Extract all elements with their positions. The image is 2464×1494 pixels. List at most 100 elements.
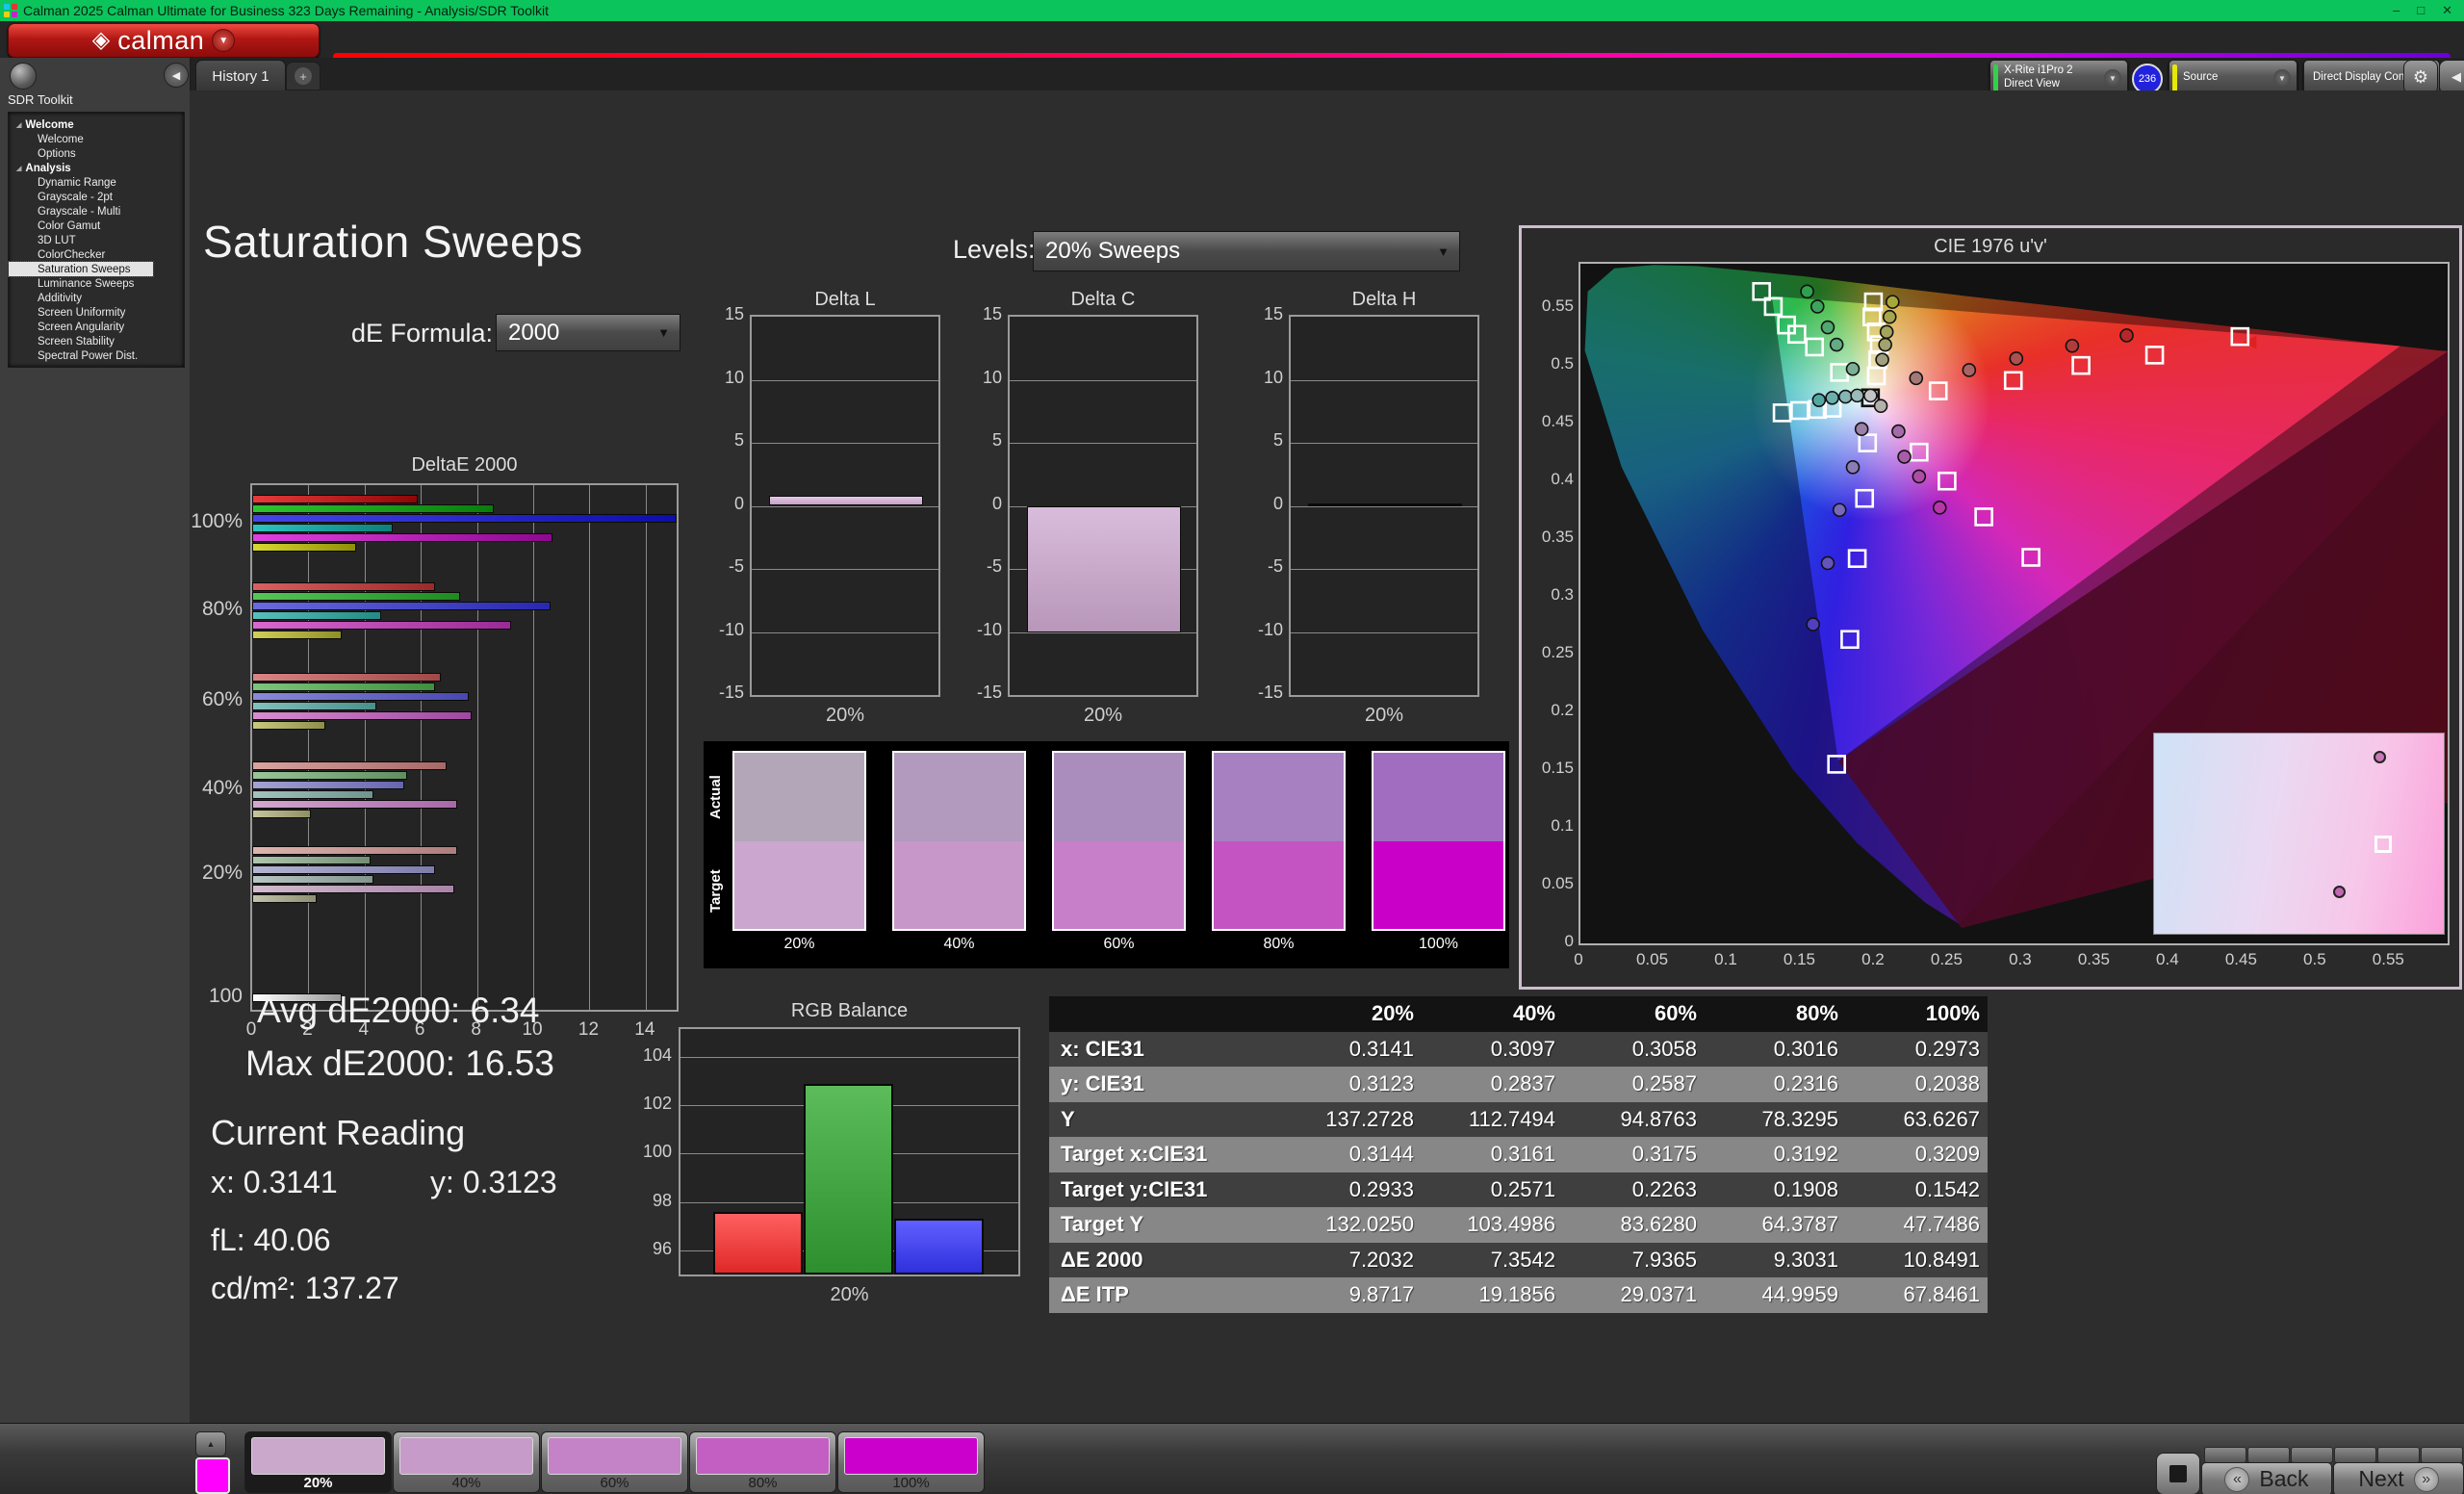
- swatch-actual-80%: [1214, 753, 1344, 841]
- mini-toolbar-button[interactable]: [2334, 1447, 2376, 1463]
- cie-x-tick: 0.45: [2217, 950, 2265, 969]
- swatch-label-100%: 100%: [1372, 936, 1505, 953]
- saturation-chip: [844, 1437, 978, 1475]
- saturation-chip: [696, 1437, 830, 1475]
- measured-marker: [1892, 425, 1905, 438]
- stop-button[interactable]: [2156, 1453, 2200, 1494]
- rgb-bar-blue: [894, 1219, 984, 1275]
- tree-item-screen-stability[interactable]: Screen Stability: [9, 334, 184, 348]
- measured-marker: [1834, 503, 1846, 516]
- bottom-bar: ▲ 20%40%60%80%100% « Back Next » ✓ NOTEB…: [0, 1423, 2464, 1494]
- cie-x-tick: 0.55: [2364, 950, 2412, 969]
- mini-toolbar-button[interactable]: [2247, 1447, 2290, 1463]
- close-icon[interactable]: ✕: [2442, 3, 2452, 18]
- rec709-red-vertex-icon: [2243, 336, 2256, 349]
- deltae-bar-60%-0: [252, 673, 441, 682]
- expand-up-button[interactable]: ▲: [195, 1431, 226, 1456]
- tree-item-dynamic-range[interactable]: Dynamic Range: [9, 175, 184, 190]
- add-tab-button[interactable]: +: [286, 62, 321, 90]
- current-patch-chip[interactable]: [195, 1457, 230, 1494]
- tree-item-options[interactable]: Options: [9, 146, 184, 161]
- saturation-button-80%[interactable]: 80%: [689, 1431, 836, 1493]
- sidebar-collapse-button[interactable]: ◀: [164, 63, 189, 88]
- calman-diamond-icon: ◈: [92, 29, 110, 52]
- tree-item-screen-angularity[interactable]: Screen Angularity: [9, 320, 184, 334]
- y-tick-label: 15: [1258, 304, 1283, 324]
- cie-x-tick: 0.4: [2143, 950, 2192, 969]
- grid-line: [752, 632, 938, 633]
- cie-x-tick: 0.1: [1702, 950, 1750, 969]
- tree-item-3d-lut[interactable]: 3D LUT: [9, 233, 184, 247]
- calman-menu-button[interactable]: ◈ calman ▼: [8, 23, 320, 58]
- collapse-panel-button[interactable]: ◀: [2439, 60, 2464, 94]
- calman-menu-arrow-icon[interactable]: ▼: [212, 29, 235, 52]
- chevron-down-icon[interactable]: ▼: [2104, 69, 2121, 87]
- tree-group-analysis[interactable]: ◢Analysis: [9, 161, 184, 175]
- settings-gear-button[interactable]: ⚙: [2403, 60, 2438, 94]
- tree-item-luminance-sweeps[interactable]: Luminance Sweeps: [9, 276, 184, 291]
- measured-marker: [1884, 311, 1896, 323]
- table-row--e-itp: ΔE ITP9.871719.185629.037144.995967.8461: [1049, 1277, 1988, 1313]
- delta_h-plot-area: [1289, 315, 1479, 697]
- y-tick-label: 5: [719, 430, 744, 451]
- left-arrow-icon: ◀: [2451, 69, 2461, 85]
- sidebar: ◀ SDR Toolkit ◢WelcomeWelcomeOptions◢Ana…: [0, 58, 191, 1423]
- saturation-button-40%[interactable]: 40%: [393, 1431, 540, 1493]
- table-row--e-2000: ΔE 20007.20327.35427.93659.303110.8491: [1049, 1243, 1988, 1278]
- mini-toolbar-button[interactable]: [2377, 1447, 2420, 1463]
- calman-app-window: Calman 2025 Calman Ultimate for Business…: [0, 0, 2464, 1494]
- y-tick-label: 104: [635, 1045, 672, 1066]
- y-tick-label: 10: [719, 368, 744, 388]
- measured-marker: [1846, 363, 1859, 375]
- cie-whitepoint-inset: [2153, 733, 2446, 935]
- measured-marker: [2120, 329, 2133, 342]
- measured-marker: [1898, 451, 1911, 463]
- tab-history-1[interactable]: History 1: [195, 60, 286, 91]
- cie-chart-title: CIE 1976 u'v': [1522, 236, 2459, 258]
- back-button[interactable]: « Back: [2201, 1462, 2332, 1494]
- tree-item-screen-uniformity[interactable]: Screen Uniformity: [9, 305, 184, 320]
- mini-toolbar-button[interactable]: [2204, 1447, 2246, 1463]
- delta-l-chart: Delta L151050-5-10-1520%: [719, 283, 940, 745]
- target-marker: [1791, 402, 1808, 419]
- swatch-target-100%: [1373, 841, 1503, 929]
- delta_h-title: Delta H: [1289, 289, 1479, 311]
- mini-toolbar-button[interactable]: [2291, 1447, 2333, 1463]
- chevron-down-icon[interactable]: ▼: [2273, 69, 2291, 87]
- delta_l-title: Delta L: [750, 289, 940, 311]
- tree-item-grayscale-multi[interactable]: Grayscale - Multi: [9, 204, 184, 219]
- measured-marker: [1846, 461, 1859, 474]
- deltae-bar-40%-0: [252, 761, 447, 770]
- tree-group-welcome[interactable]: ◢Welcome: [9, 117, 184, 132]
- saturation-button-100%[interactable]: 100%: [837, 1431, 985, 1493]
- de-formula-select[interactable]: 2000 ▼: [496, 314, 680, 351]
- tree-item-saturation-sweeps[interactable]: Saturation Sweeps: [9, 262, 153, 276]
- y-tick-label: -5: [1258, 556, 1283, 577]
- levels-select[interactable]: 20% Sweeps ▼: [1033, 231, 1460, 271]
- deltae-bar-40%-3: [252, 790, 373, 799]
- measured-marker: [1831, 339, 1843, 351]
- saturation-button-20%[interactable]: 20%: [244, 1431, 392, 1493]
- tree-item-spectral-power-dist-[interactable]: Spectral Power Dist.: [9, 348, 184, 363]
- table-row-target-y-cie31: Target y:CIE310.29330.25710.22630.19080.…: [1049, 1172, 1988, 1208]
- maximize-icon[interactable]: □: [2417, 3, 2425, 18]
- mini-toolbar-button[interactable]: [2421, 1447, 2463, 1463]
- tree-item-welcome[interactable]: Welcome: [9, 132, 184, 146]
- chevron-down-icon: ▼: [657, 325, 670, 340]
- deltae-bar-100%-2: [252, 514, 677, 523]
- saturation-button-60%[interactable]: 60%: [541, 1431, 688, 1493]
- saturation-button-label: 80%: [690, 1475, 835, 1491]
- cie-x-tick: 0.25: [1922, 950, 1970, 969]
- tree-item-grayscale-2pt[interactable]: Grayscale - 2pt: [9, 190, 184, 204]
- measured-marker: [1934, 502, 1946, 514]
- swatch-label-60%: 60%: [1052, 936, 1186, 953]
- grid-line: [421, 485, 422, 1010]
- grid-line: [589, 485, 590, 1010]
- tree-item-color-gamut[interactable]: Color Gamut: [9, 219, 184, 233]
- minimize-icon[interactable]: –: [2393, 3, 2400, 18]
- tree-item-colorchecker[interactable]: ColorChecker: [9, 247, 184, 262]
- next-button[interactable]: Next »: [2333, 1462, 2464, 1494]
- tree-item-additivity[interactable]: Additivity: [9, 291, 184, 305]
- deltae-bar-80%-2: [252, 602, 551, 610]
- sidebar-sphere-button[interactable]: [10, 63, 37, 90]
